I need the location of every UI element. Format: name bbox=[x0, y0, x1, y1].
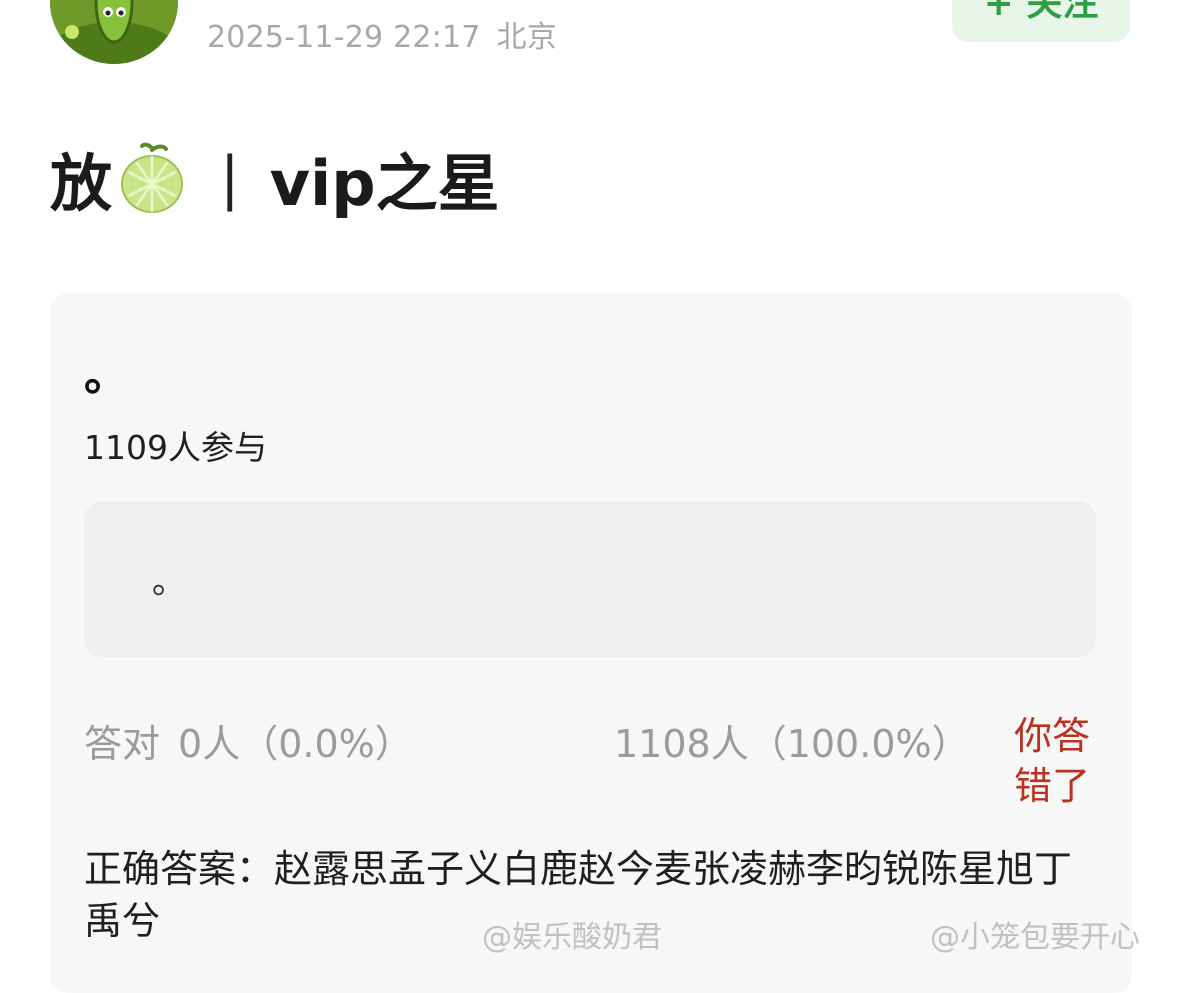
post-meta: 2025-11-29 22:17 北京 bbox=[207, 12, 557, 56]
post-timestamp: 2025-11-29 22:17 bbox=[207, 20, 481, 55]
quiz-option-label: 。 bbox=[152, 562, 186, 602]
correct-stat: 答对 0人（0.0%） bbox=[84, 713, 413, 768]
quiz-card: 。 1109人参与 。 答对 0人（0.0%） 1108人（100.0%） 你答错… bbox=[50, 293, 1132, 993]
title-prefix: 放 bbox=[50, 147, 113, 220]
correct-count: 0人（0.0%） bbox=[178, 722, 413, 766]
follow-button[interactable]: + 关注 bbox=[952, 0, 1130, 42]
title-separator: | bbox=[220, 144, 240, 212]
participant-count: 1109人参与 bbox=[84, 428, 267, 467]
avatar[interactable] bbox=[50, 0, 178, 64]
post-location: 北京 bbox=[496, 20, 557, 55]
avatar-image bbox=[50, 0, 178, 64]
answer-verdict: 你答错了 bbox=[1014, 714, 1091, 808]
quiz-option[interactable]: 。 bbox=[84, 501, 1096, 657]
watermark: @娱乐酸奶君 bbox=[482, 920, 662, 955]
page-title: 放 | vip之星 bbox=[50, 140, 500, 220]
melon-icon bbox=[118, 142, 186, 214]
quiz-question: 。 bbox=[84, 350, 128, 401]
correct-label: 答对 bbox=[84, 722, 161, 766]
watermark: @小笼包要开心 bbox=[930, 920, 1140, 955]
title-text: vip之星 bbox=[269, 147, 500, 220]
wrong-count: 1108人（100.0%） bbox=[614, 722, 970, 766]
